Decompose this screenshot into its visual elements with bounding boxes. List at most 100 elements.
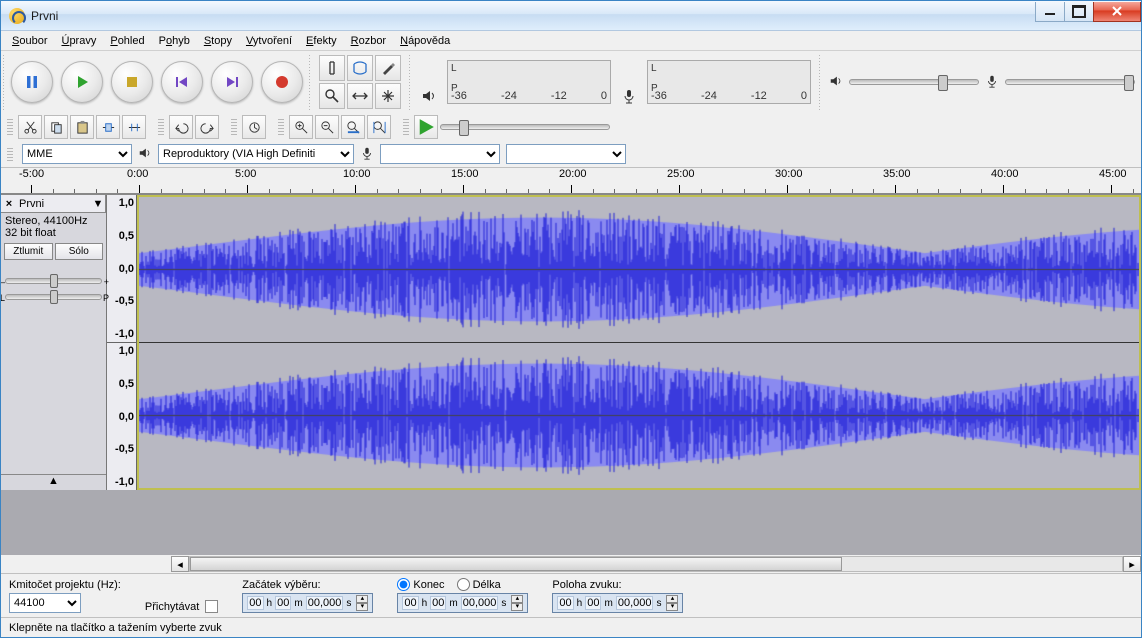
mute-button[interactable]: Ztlumit bbox=[4, 243, 53, 260]
toolbar-grip[interactable] bbox=[409, 53, 410, 111]
toolbar-grip[interactable] bbox=[7, 117, 13, 137]
input-device-dropdown[interactable] bbox=[380, 144, 500, 164]
cut-button[interactable] bbox=[18, 115, 42, 139]
toolbar-grip[interactable] bbox=[3, 53, 4, 111]
output-volume-slider[interactable] bbox=[849, 79, 979, 85]
meter-label-l: L bbox=[451, 63, 457, 74]
audio-position-label: Poloha zvuku: bbox=[552, 579, 683, 591]
menu-soubor[interactable]: Soubor bbox=[5, 33, 54, 49]
redo-button[interactable] bbox=[195, 115, 219, 139]
multi-tool[interactable] bbox=[375, 83, 401, 109]
playback-meter[interactable]: L P -36-24-120 bbox=[447, 60, 611, 104]
menu-efekty[interactable]: Efekty bbox=[299, 33, 344, 49]
fit-selection-button[interactable] bbox=[341, 115, 365, 139]
draw-tool[interactable] bbox=[375, 55, 401, 81]
zoom-out-button[interactable] bbox=[315, 115, 339, 139]
track-menu-button[interactable]: ▼ bbox=[91, 198, 105, 210]
minimize-button[interactable] bbox=[1035, 2, 1065, 22]
mixer-toolbar bbox=[823, 68, 1141, 97]
toolbar-grip[interactable] bbox=[309, 53, 310, 111]
menu-úpravy[interactable]: Úpravy bbox=[54, 33, 103, 49]
record-button[interactable] bbox=[261, 61, 303, 103]
toolbar-grip[interactable] bbox=[278, 117, 284, 137]
zoom-tool[interactable] bbox=[319, 83, 345, 109]
menu-vytvoření[interactable]: Vytvoření bbox=[239, 33, 299, 49]
menubar: SouborÚpravyPohledPohybStopyVytvořeníEfe… bbox=[1, 31, 1141, 51]
selection-toolbar: Kmitočet projektu (Hz): 44100 Přichytáva… bbox=[1, 573, 1141, 617]
status-text: Klepněte na tlačítko a tažením vyberte z… bbox=[9, 622, 222, 634]
snap-label: Přichytávat bbox=[145, 601, 199, 613]
pause-button[interactable] bbox=[11, 61, 53, 103]
silence-button[interactable] bbox=[122, 115, 146, 139]
menu-rozbor[interactable]: Rozbor bbox=[344, 33, 393, 49]
track-close-button[interactable]: × bbox=[1, 198, 17, 210]
waveform-area[interactable] bbox=[137, 195, 1141, 490]
menu-nápověda[interactable]: Nápověda bbox=[393, 33, 457, 49]
track-name[interactable]: Prvni bbox=[17, 198, 91, 210]
track-area-empty[interactable] bbox=[1, 490, 1141, 555]
mic-icon bbox=[619, 60, 639, 104]
track-area: × Prvni ▼ Stereo, 44100Hz 32 bit float Z… bbox=[1, 194, 1141, 490]
skip-end-button[interactable] bbox=[211, 61, 253, 103]
record-meter[interactable]: L P -36-24-120 bbox=[647, 60, 811, 104]
track-format: Stereo, 44100Hz 32 bit float bbox=[1, 213, 106, 241]
snap-checkbox[interactable] bbox=[205, 600, 218, 613]
undo-button[interactable] bbox=[169, 115, 193, 139]
selection-tool[interactable] bbox=[319, 55, 345, 81]
input-channels-dropdown[interactable] bbox=[506, 144, 626, 164]
track-pan-slider[interactable]: L P bbox=[5, 294, 102, 300]
close-button[interactable] bbox=[1093, 2, 1141, 22]
menu-stopy[interactable]: Stopy bbox=[197, 33, 239, 49]
scroll-left-button[interactable]: ◂ bbox=[171, 556, 189, 572]
tools-toolbar bbox=[313, 51, 407, 113]
timeline-ruler[interactable]: -5:000:005:0010:0015:0020:0025:0030:0035… bbox=[1, 168, 1141, 194]
app-window: Prvni SouborÚpravyPohledPohybStopyVytvoř… bbox=[0, 0, 1142, 638]
toolbar-grip[interactable] bbox=[7, 146, 13, 162]
end-radio[interactable]: Konec bbox=[397, 578, 444, 591]
solo-button[interactable]: Sólo bbox=[55, 243, 104, 260]
audio-host-dropdown[interactable]: MME bbox=[22, 144, 132, 164]
project-rate-label: Kmitočet projektu (Hz): bbox=[9, 579, 121, 591]
zoom-in-button[interactable] bbox=[289, 115, 313, 139]
selection-end-time[interactable]: 00h00m00,000s▴▾ bbox=[397, 593, 528, 613]
app-icon bbox=[9, 8, 25, 24]
scrollbar-thumb[interactable] bbox=[190, 557, 842, 571]
speaker-icon bbox=[419, 60, 439, 104]
horizontal-scrollbar[interactable]: ◂ ▸ bbox=[1, 555, 1141, 573]
track-gain-slider[interactable]: ‒+ bbox=[5, 278, 102, 284]
speaker-icon bbox=[829, 74, 843, 91]
sync-lock-button[interactable] bbox=[242, 115, 266, 139]
toolbar-grip[interactable] bbox=[403, 117, 409, 137]
stop-button[interactable] bbox=[111, 61, 153, 103]
play-at-speed-button[interactable] bbox=[414, 115, 438, 139]
menu-pohled[interactable]: Pohled bbox=[103, 33, 151, 49]
speaker-icon bbox=[138, 146, 152, 163]
track-control-panel: × Prvni ▼ Stereo, 44100Hz 32 bit float Z… bbox=[1, 195, 107, 490]
output-device-dropdown[interactable]: Reproduktory (VIA High Definiti bbox=[158, 144, 354, 164]
play-button[interactable] bbox=[61, 61, 103, 103]
mic-icon bbox=[985, 74, 999, 91]
toolbar-grip[interactable] bbox=[231, 117, 237, 137]
maximize-button[interactable] bbox=[1064, 2, 1094, 22]
timeshift-tool[interactable] bbox=[347, 83, 373, 109]
paste-button[interactable] bbox=[70, 115, 94, 139]
toolbar-grip[interactable] bbox=[158, 117, 164, 137]
fit-project-button[interactable] bbox=[367, 115, 391, 139]
status-bar: Klepněte na tlačítko a tažením vyberte z… bbox=[1, 617, 1141, 637]
scroll-right-button[interactable]: ▸ bbox=[1123, 556, 1141, 572]
copy-button[interactable] bbox=[44, 115, 68, 139]
track-collapse-button[interactable]: ▲ bbox=[1, 474, 106, 490]
toolbars: L P -36-24-120 L P -36-24-120 bbox=[1, 51, 1141, 168]
titlebar[interactable]: Prvni bbox=[1, 1, 1141, 31]
selection-start-time[interactable]: 00h00m00,000s▴▾ bbox=[242, 593, 373, 613]
audio-position-time[interactable]: 00h00m00,000s▴▾ bbox=[552, 593, 683, 613]
playback-speed-slider[interactable] bbox=[440, 124, 610, 130]
trim-button[interactable] bbox=[96, 115, 120, 139]
skip-start-button[interactable] bbox=[161, 61, 203, 103]
envelope-tool[interactable] bbox=[347, 55, 373, 81]
toolbar-grip[interactable] bbox=[819, 53, 820, 111]
project-rate-dropdown[interactable]: 44100 bbox=[9, 593, 81, 613]
menu-pohyb[interactable]: Pohyb bbox=[152, 33, 197, 49]
input-volume-slider[interactable] bbox=[1005, 79, 1135, 85]
length-radio[interactable]: Délka bbox=[457, 578, 501, 591]
